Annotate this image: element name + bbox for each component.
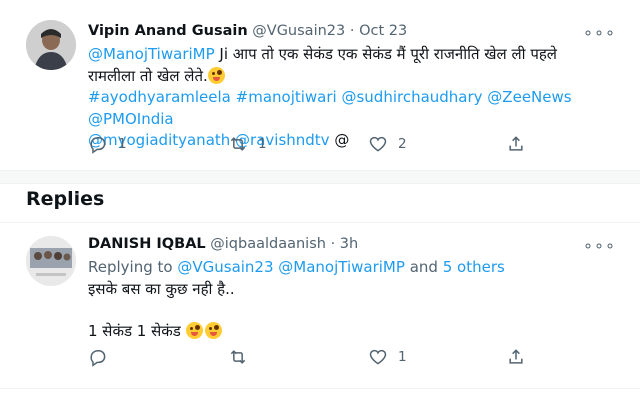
reply-count: 1 xyxy=(118,136,127,152)
reply-actions: 1 xyxy=(88,347,528,369)
reply-author-name[interactable]: DANISH IQBAL xyxy=(88,236,206,252)
mention-link[interactable]: @ManojTiwariMP xyxy=(88,45,215,63)
heading-separator xyxy=(0,222,640,223)
reply-time[interactable]: 3h xyxy=(340,236,358,252)
replying-to-others[interactable]: 5 others xyxy=(443,258,505,276)
tweet-actions: 1 1 2 xyxy=(88,134,528,156)
reply-share-button[interactable] xyxy=(506,347,526,367)
more-icon[interactable]: ∘∘∘ xyxy=(583,23,616,42)
retweet-icon xyxy=(230,137,246,151)
heart-icon xyxy=(369,136,387,152)
reply-retweet-button[interactable] xyxy=(228,347,258,367)
replying-to-and: and xyxy=(409,258,438,276)
hashtags-line1[interactable]: #ayodhyaramleela #manojtiwari @sudhircha… xyxy=(88,87,608,130)
reply-header: DANISH IQBAL @iqbaaldaanish · 3h xyxy=(88,236,358,252)
share-icon xyxy=(509,136,523,151)
crazy-face-emoji-icon xyxy=(204,322,222,339)
tweet-text-line2: रामलीला तो खेल लेते. xyxy=(88,66,208,85)
reply-avatar-image xyxy=(26,236,76,286)
reply-like-count: 1 xyxy=(398,349,407,365)
avatar-image xyxy=(26,20,76,70)
like-button[interactable]: 2 xyxy=(368,134,407,154)
crazy-face-emoji-icon xyxy=(207,66,225,84)
replying-to: Replying to @VGusain23 @ManojTiwariMP an… xyxy=(88,257,608,279)
reply-like-button[interactable]: 1 xyxy=(368,347,407,367)
retweet-count: 1 xyxy=(258,136,267,152)
reply-text-line1: इसके बस का कुछ नही है.. xyxy=(88,279,235,298)
reply-avatar[interactable] xyxy=(26,236,76,286)
like-count: 2 xyxy=(398,136,407,152)
tweet-date[interactable]: Oct 23 xyxy=(359,23,407,39)
section-divider xyxy=(0,170,640,184)
tweet-text-line1: Ji आप तो एक सेकंड एक सेकंड मैं पूरी राजन… xyxy=(219,45,557,63)
tweet-header: Vipin Anand Gusain @VGusain23 · Oct 23 xyxy=(88,23,407,39)
share-icon xyxy=(509,349,523,364)
retweet-icon xyxy=(230,350,246,364)
separator-dot: · xyxy=(349,23,355,39)
reply-button[interactable]: 1 xyxy=(88,134,127,154)
crazy-face-emoji-icon xyxy=(185,322,203,339)
reply-icon xyxy=(90,350,106,367)
share-button[interactable] xyxy=(506,134,526,154)
heart-icon xyxy=(369,349,387,365)
replying-to-users[interactable]: @VGusain23 @ManojTiwariMP xyxy=(177,258,405,276)
retweet-button[interactable]: 1 xyxy=(228,134,267,154)
author-handle[interactable]: @VGusain23 xyxy=(252,23,345,39)
reply-separator-dot: · xyxy=(330,236,336,252)
reply-icon xyxy=(90,137,106,154)
author-name[interactable]: Vipin Anand Gusain xyxy=(88,23,248,39)
reply-text-line2: 1 सेकंड 1 सेकंड xyxy=(88,322,181,340)
reply-author-handle[interactable]: @iqbaaldaanish xyxy=(210,236,326,252)
bottom-separator xyxy=(0,388,640,389)
avatar[interactable] xyxy=(26,20,76,70)
reply-more-icon[interactable]: ∘∘∘ xyxy=(583,236,616,255)
replying-to-prefix: Replying to xyxy=(88,258,173,276)
reply-reply-button[interactable] xyxy=(88,347,118,367)
replies-heading: Replies xyxy=(26,188,105,210)
reply-body: Replying to @VGusain23 @ManojTiwariMP an… xyxy=(88,257,608,343)
